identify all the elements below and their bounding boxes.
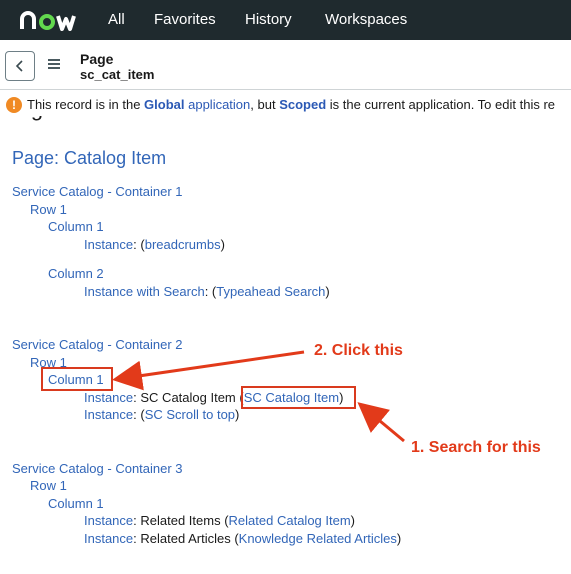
- annotation-step-1: 1. Search for this: [411, 439, 541, 456]
- annotation-step-2: 2. Click this: [314, 342, 403, 359]
- annotation-arrows: [112, 350, 405, 443]
- arrow-to-sc-catalog-item: [357, 402, 405, 443]
- arrow-to-column: [112, 350, 305, 391]
